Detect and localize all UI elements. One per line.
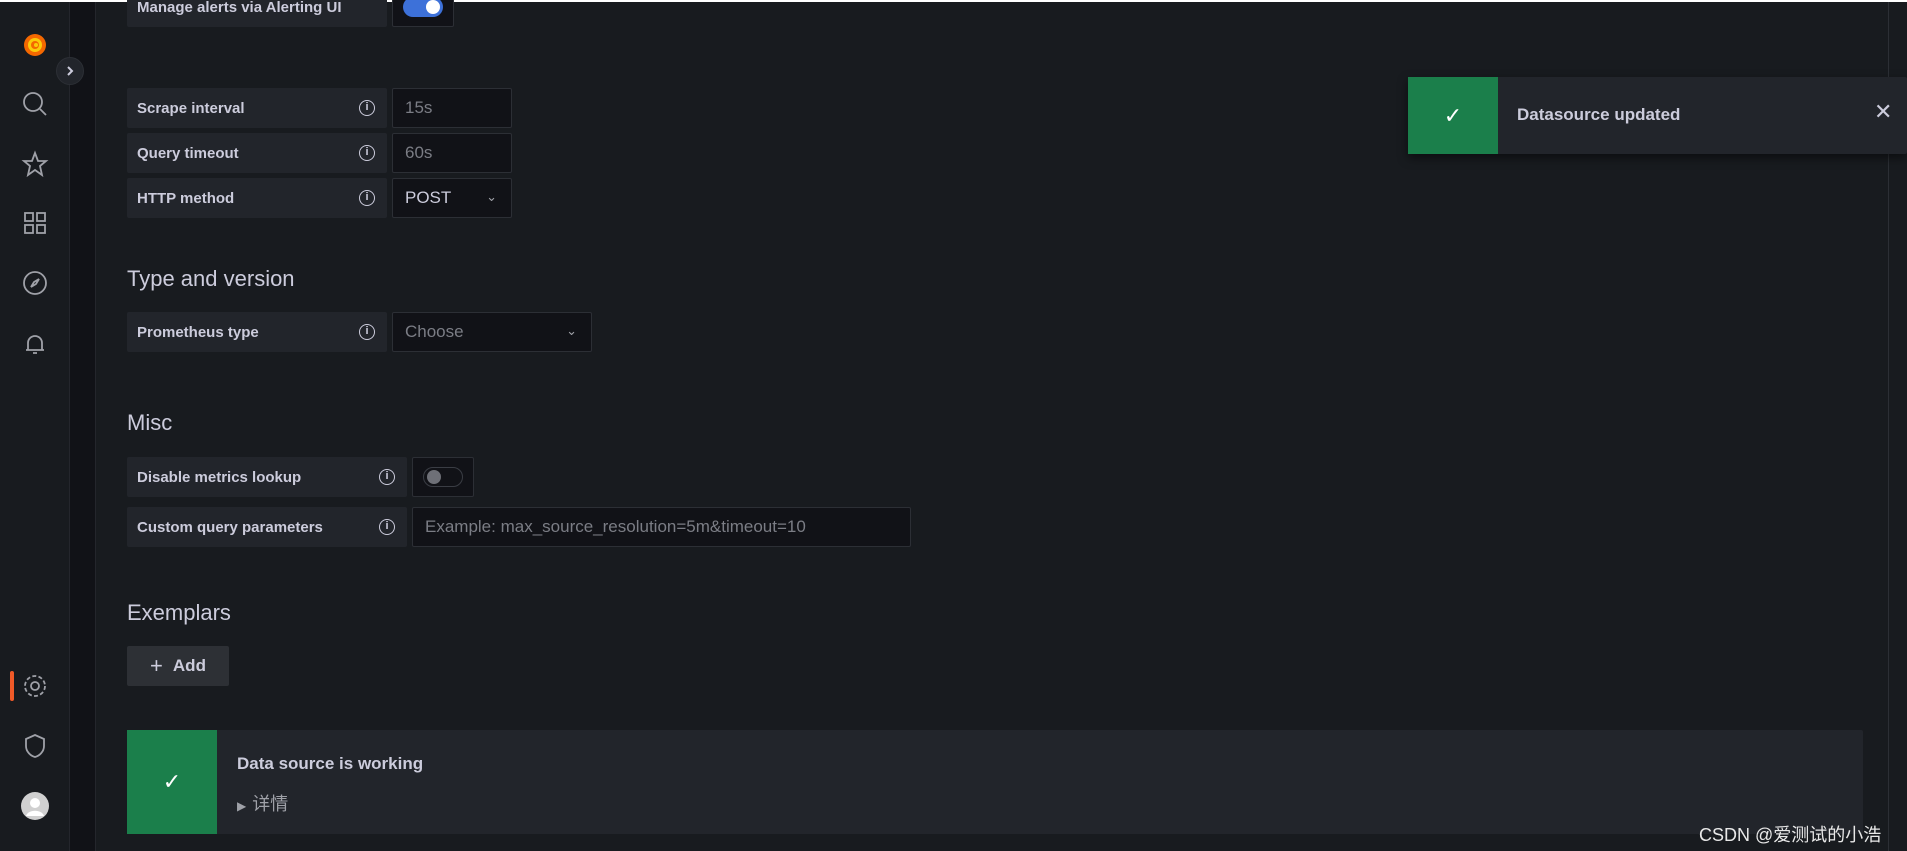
watermark: CSDN @爱测试的小浩 <box>1699 825 1882 845</box>
bell-alerting-icon[interactable] <box>20 329 50 359</box>
close-icon[interactable]: ✕ <box>1874 99 1892 125</box>
disable-metrics-lookup-label: Disable metrics lookup i <box>127 457 407 497</box>
sidebar-gutter <box>70 2 96 851</box>
info-icon[interactable]: i <box>379 469 395 485</box>
http-method-label: HTTP method i <box>127 178 387 218</box>
sidebar <box>0 2 70 851</box>
custom-query-parameters-label: Custom query parameters i <box>127 507 407 547</box>
manage-alerts-label: Manage alerts via Alerting UI <box>127 0 387 27</box>
disable-metrics-lookup-toggle[interactable] <box>423 467 463 487</box>
search-icon[interactable] <box>20 89 50 119</box>
custom-query-parameters-input[interactable]: Example: max_source_resolution=5m&timeou… <box>412 507 911 547</box>
type-version-heading: Type and version <box>127 266 295 291</box>
avatar[interactable] <box>20 791 50 821</box>
http-method-select[interactable]: POST ⌄ <box>392 178 512 218</box>
active-indicator <box>10 671 14 701</box>
prometheus-type-select[interactable]: Choose ⌄ <box>392 312 592 352</box>
prometheus-type-label: Prometheus type i <box>127 312 387 352</box>
details-toggle[interactable]: ▶ 详情 <box>237 790 288 816</box>
star-icon[interactable] <box>20 149 50 179</box>
info-icon[interactable]: i <box>379 519 395 535</box>
query-timeout-label: Query timeout i <box>127 133 387 173</box>
check-icon: ✓ <box>1408 77 1498 154</box>
toast-notification: ✓ Datasource updated ✕ <box>1408 77 1907 154</box>
chevron-down-icon: ⌄ <box>486 189 497 204</box>
info-icon[interactable]: i <box>359 145 375 161</box>
add-exemplar-button[interactable]: + Add <box>127 646 229 686</box>
check-icon: ✓ <box>127 730 217 834</box>
misc-heading: Misc <box>127 410 173 435</box>
manage-alerts-toggle[interactable] <box>403 0 443 17</box>
manage-alerts-toggle-box <box>392 0 454 27</box>
triangle-right-icon: ▶ <box>237 799 247 813</box>
disable-metrics-lookup-box <box>412 457 474 497</box>
gear-icon[interactable] <box>20 671 50 701</box>
grafana-logo-icon[interactable] <box>20 30 50 60</box>
datasource-status-alert: ✓ Data source is working ▶ 详情 <box>127 730 1863 834</box>
plus-icon: + <box>150 653 163 678</box>
exemplars-heading: Exemplars <box>127 600 231 625</box>
status-title: Data source is working <box>237 754 424 773</box>
shield-icon[interactable] <box>20 731 50 761</box>
scrape-interval-input[interactable]: 15s <box>392 88 512 128</box>
info-icon[interactable]: i <box>359 190 375 206</box>
chevron-down-icon: ⌄ <box>566 323 577 338</box>
info-icon[interactable]: i <box>359 100 375 116</box>
query-timeout-input[interactable]: 60s <box>392 133 512 173</box>
dashboards-grid-icon[interactable] <box>20 208 50 238</box>
scrape-interval-label: Scrape interval i <box>127 88 387 128</box>
expand-sidebar-button[interactable] <box>56 57 84 85</box>
compass-explore-icon[interactable] <box>20 268 50 298</box>
chevron-right-icon <box>67 66 74 76</box>
info-icon[interactable]: i <box>359 324 375 340</box>
toast-message: Datasource updated <box>1517 105 1681 124</box>
